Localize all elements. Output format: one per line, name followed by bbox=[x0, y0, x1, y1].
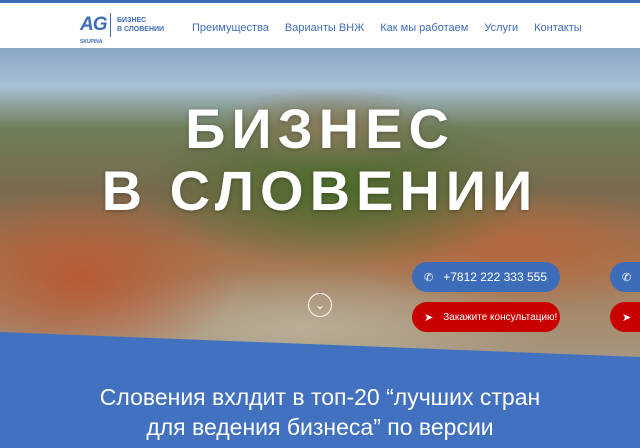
info-line2: для ведения бизнеса” по версии bbox=[146, 414, 494, 440]
phone-icon: ✆ bbox=[424, 271, 434, 284]
paper-plane-icon: ➤ bbox=[424, 311, 434, 324]
nav-services[interactable]: Услуги bbox=[484, 22, 518, 34]
consultation-label: Закажите консультацию! bbox=[443, 311, 558, 323]
logo-line1: БИЗНЕС bbox=[117, 17, 147, 24]
consultation-button-duplicate[interactable]: ➤ bbox=[610, 302, 640, 332]
nav-contacts[interactable]: Контакты bbox=[534, 22, 582, 34]
main-nav: Преимущества Варианты ВНЖ Как мы работае… bbox=[192, 22, 598, 34]
consultation-button[interactable]: ➤ Закажите консультацию! bbox=[412, 302, 560, 332]
info-text: Словения вхлдит в топ-20 “лучших стран дл… bbox=[0, 382, 640, 442]
nav-residence-options[interactable]: Варианты ВНЖ bbox=[285, 22, 364, 34]
logo-mark: AG SKUPINA bbox=[80, 14, 107, 45]
phone-button[interactable]: ✆ +7812 222 333 555 bbox=[412, 262, 560, 292]
hero-title-line2: В СЛОВЕНИИ bbox=[101, 159, 539, 222]
header: AG SKUPINA БИЗНЕС В СЛОВЕНИИ Преимущества … bbox=[0, 3, 640, 48]
phone-button-duplicate[interactable]: ✆ bbox=[610, 262, 640, 292]
paper-plane-icon: ➤ bbox=[622, 311, 632, 324]
logo-divider bbox=[110, 13, 111, 37]
hero-title-line1: БИЗНЕС bbox=[185, 97, 455, 160]
nav-how-we-work[interactable]: Как мы работаем bbox=[380, 22, 468, 34]
phone-number: +7812 222 333 555 bbox=[443, 270, 547, 284]
hero-title: БИЗНЕС В СЛОВЕНИИ bbox=[0, 98, 640, 222]
info-line1: Словения вхлдит в топ-20 “лучших стран bbox=[99, 384, 541, 410]
logo-line2: В СЛОВЕНИИ bbox=[117, 26, 165, 33]
logo[interactable]: AG SKUPINA БИЗНЕС В СЛОВЕНИИ bbox=[80, 13, 164, 45]
nav-advantages[interactable]: Преимущества bbox=[192, 22, 269, 34]
scroll-down-chevron-icon[interactable]: ⌄ bbox=[308, 293, 332, 317]
logo-text: БИЗНЕС В СЛОВЕНИИ bbox=[117, 16, 164, 34]
phone-icon: ✆ bbox=[622, 271, 632, 284]
logo-ag: AG bbox=[80, 14, 107, 35]
